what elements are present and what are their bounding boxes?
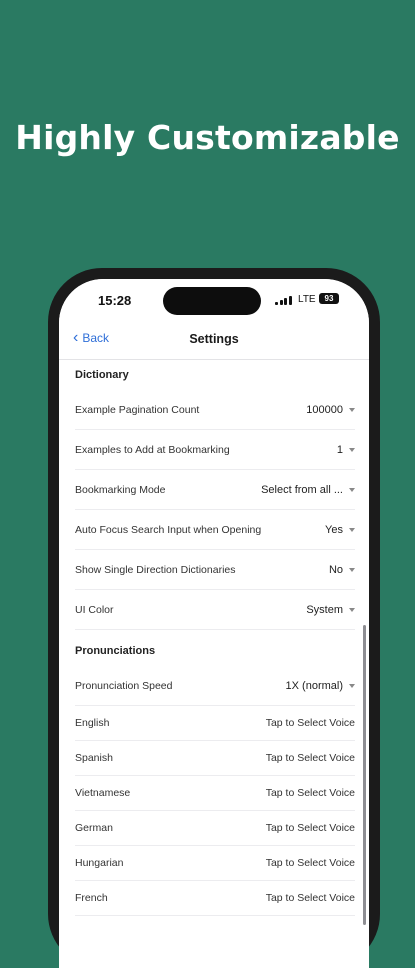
language-label: French [75, 892, 108, 904]
voice-row-french[interactable]: French Tap to Select Voice [75, 881, 355, 916]
setting-value[interactable]: No [329, 564, 355, 576]
voice-row-spanish[interactable]: Spanish Tap to Select Voice [75, 741, 355, 776]
section-header-dictionary: Dictionary [75, 369, 129, 381]
language-label: Spanish [75, 752, 113, 764]
setting-row-pagination-count[interactable]: Example Pagination Count 100000 [75, 390, 355, 430]
language-label: English [75, 717, 110, 729]
caret-down-icon [349, 607, 355, 612]
language-label: Vietnamese [75, 787, 131, 799]
setting-value[interactable]: System [306, 604, 355, 616]
settings-list: Dictionary Example Pagination Count 1000… [59, 360, 369, 968]
setting-value[interactable]: Yes [325, 524, 355, 536]
signal-icon [275, 296, 292, 305]
voice-row-hungarian[interactable]: Hungarian Tap to Select Voice [75, 846, 355, 881]
phone-screen: 15:28 LTE 93 ‹ Back Settings Dictionary … [59, 279, 369, 968]
language-label: German [75, 822, 113, 834]
setting-label: Auto Focus Search Input when Opening [75, 523, 262, 536]
scrollbar[interactable] [363, 625, 366, 925]
setting-label: UI Color [75, 603, 114, 616]
setting-value[interactable]: 100000 [306, 404, 355, 416]
caret-down-icon [349, 447, 355, 452]
voice-row-english[interactable]: English Tap to Select Voice [75, 706, 355, 741]
headline: Highly Customizable [15, 118, 400, 157]
caret-down-icon [349, 567, 355, 572]
caret-down-icon [349, 527, 355, 532]
nav-bar: ‹ Back Settings [59, 319, 369, 360]
setting-row-auto-focus[interactable]: Auto Focus Search Input when Opening Yes [75, 510, 355, 550]
setting-value[interactable]: Select from all ... [261, 484, 355, 496]
setting-row-pronunciation-speed[interactable]: Pronunciation Speed 1X (normal) [75, 666, 355, 706]
caret-down-icon [349, 683, 355, 688]
setting-value[interactable]: 1X (normal) [286, 680, 355, 692]
select-voice-button[interactable]: Tap to Select Voice [266, 717, 355, 729]
select-voice-button[interactable]: Tap to Select Voice [266, 822, 355, 834]
setting-label: Show Single Direction Dictionaries [75, 563, 236, 576]
setting-row-ui-color[interactable]: UI Color System [75, 590, 355, 630]
section-header-pronunciations: Pronunciations [75, 645, 156, 657]
setting-label: Pronunciation Speed [75, 679, 173, 692]
voice-row-german[interactable]: German Tap to Select Voice [75, 811, 355, 846]
caret-down-icon [349, 407, 355, 412]
setting-row-single-direction[interactable]: Show Single Direction Dictionaries No [75, 550, 355, 590]
select-voice-button[interactable]: Tap to Select Voice [266, 752, 355, 764]
status-time: 15:28 [98, 293, 132, 308]
caret-down-icon [349, 487, 355, 492]
select-voice-button[interactable]: Tap to Select Voice [266, 857, 355, 869]
setting-row-examples-bookmarking[interactable]: Examples to Add at Bookmarking 1 [75, 430, 355, 470]
network-label: LTE [298, 294, 316, 305]
setting-label: Examples to Add at Bookmarking [75, 443, 230, 456]
setting-label: Bookmarking Mode [75, 483, 166, 496]
battery-icon: 93 [319, 293, 339, 304]
setting-value[interactable]: 1 [337, 444, 355, 456]
select-voice-button[interactable]: Tap to Select Voice [266, 787, 355, 799]
phone-frame: 15:28 LTE 93 ‹ Back Settings Dictionary … [48, 268, 380, 968]
setting-row-bookmarking-mode[interactable]: Bookmarking Mode Select from all ... [75, 470, 355, 510]
setting-label: Example Pagination Count [75, 403, 200, 416]
dynamic-island [163, 287, 261, 315]
status-bar: 15:28 LTE 93 [59, 279, 369, 319]
page-title: Settings [189, 332, 239, 346]
voice-row-vietnamese[interactable]: Vietnamese Tap to Select Voice [75, 776, 355, 811]
select-voice-button[interactable]: Tap to Select Voice [266, 892, 355, 904]
language-label: Hungarian [75, 857, 124, 869]
